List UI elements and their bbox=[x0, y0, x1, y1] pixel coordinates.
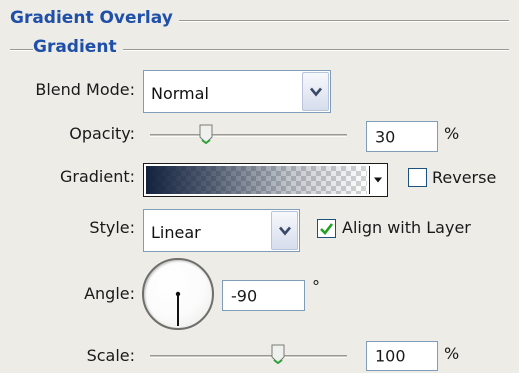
scale-input[interactable]: 100 bbox=[366, 341, 438, 371]
gradient-label: Gradient: bbox=[59, 167, 135, 186]
caret-down-icon bbox=[373, 177, 382, 183]
chevron-down-icon bbox=[309, 87, 322, 96]
outer-section-title: Gradient Overlay bbox=[10, 8, 179, 28]
reverse-label[interactable]: Reverse bbox=[432, 168, 496, 187]
blend-mode-label: Blend Mode: bbox=[35, 80, 135, 99]
style-value: Linear bbox=[151, 223, 201, 242]
angle-label: Angle: bbox=[84, 284, 135, 303]
reverse-checkbox[interactable] bbox=[408, 168, 427, 187]
opacity-input[interactable]: 30 bbox=[366, 121, 438, 152]
opacity-label: Opacity: bbox=[69, 124, 135, 143]
slider-thumb-icon bbox=[271, 344, 285, 364]
angle-dial[interactable] bbox=[142, 258, 214, 330]
opacity-slider-track[interactable] bbox=[150, 134, 347, 137]
check-icon bbox=[320, 223, 334, 235]
style-select[interactable]: Linear bbox=[143, 209, 300, 252]
scale-value: 100 bbox=[375, 346, 406, 366]
gradient-picker[interactable] bbox=[143, 163, 388, 197]
gradient-preview[interactable] bbox=[146, 166, 367, 194]
style-dropdown-button[interactable] bbox=[271, 211, 298, 250]
align-with-layer-checkbox[interactable] bbox=[317, 219, 336, 238]
blend-mode-dropdown-button[interactable] bbox=[302, 72, 329, 111]
scale-label: Scale: bbox=[86, 346, 135, 365]
scale-unit: % bbox=[444, 344, 460, 363]
angle-unit: ° bbox=[312, 277, 320, 296]
opacity-value: 30 bbox=[375, 127, 396, 146]
gradient-dropdown-button[interactable] bbox=[369, 166, 385, 194]
angle-indicator bbox=[175, 291, 181, 326]
align-with-layer-label[interactable]: Align with Layer bbox=[342, 218, 471, 237]
scale-slider-thumb[interactable] bbox=[271, 344, 285, 364]
opacity-unit: % bbox=[444, 124, 460, 143]
angle-input[interactable]: -90 bbox=[222, 280, 305, 311]
blend-mode-select[interactable]: Normal bbox=[143, 70, 331, 113]
opacity-slider-thumb[interactable] bbox=[199, 124, 213, 144]
scale-slider-track[interactable] bbox=[150, 355, 347, 358]
chevron-down-icon bbox=[278, 226, 291, 235]
inner-section-title: Gradient bbox=[33, 37, 123, 57]
blend-mode-value: Normal bbox=[151, 84, 209, 103]
style-label: Style: bbox=[89, 218, 135, 237]
angle-value: -90 bbox=[231, 286, 258, 305]
slider-thumb-icon bbox=[199, 124, 213, 144]
